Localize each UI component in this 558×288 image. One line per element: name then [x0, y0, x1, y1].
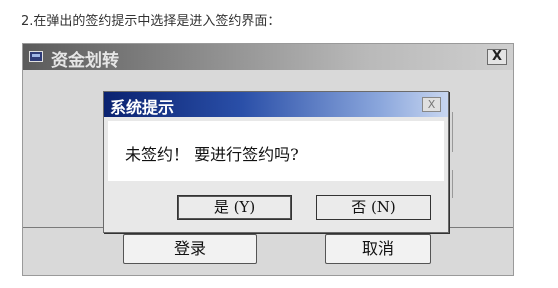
- dialog-title-bar: 系统提示 X: [104, 92, 448, 117]
- dialog-close-button[interactable]: X: [422, 97, 441, 112]
- instruction-caption: 2.在弹出的签约提示中选择是进入签约界面：: [21, 14, 281, 29]
- system-prompt-dialog: 系统提示 X 未签约！ 要进行签约吗? 是 (Y) 否 (N): [103, 91, 449, 233]
- cancel-button[interactable]: 取消: [325, 234, 431, 264]
- dialog-title: 系统提示: [110, 98, 175, 117]
- outer-close-button[interactable]: X: [487, 49, 507, 65]
- no-button[interactable]: 否 (N): [316, 195, 431, 220]
- dialog-message-area: 未签约！ 要进行签约吗?: [108, 121, 444, 181]
- dialog-message: 未签约！ 要进行签约吗?: [125, 145, 299, 164]
- field-edge: [452, 112, 453, 152]
- outer-window-title: 资金划转: [51, 51, 119, 71]
- login-button[interactable]: 登录: [123, 234, 257, 264]
- outer-title-bar: 资金划转 X: [23, 44, 513, 71]
- yes-button[interactable]: 是 (Y): [177, 195, 292, 220]
- field-edge: [452, 170, 453, 198]
- window-icon: [29, 51, 43, 62]
